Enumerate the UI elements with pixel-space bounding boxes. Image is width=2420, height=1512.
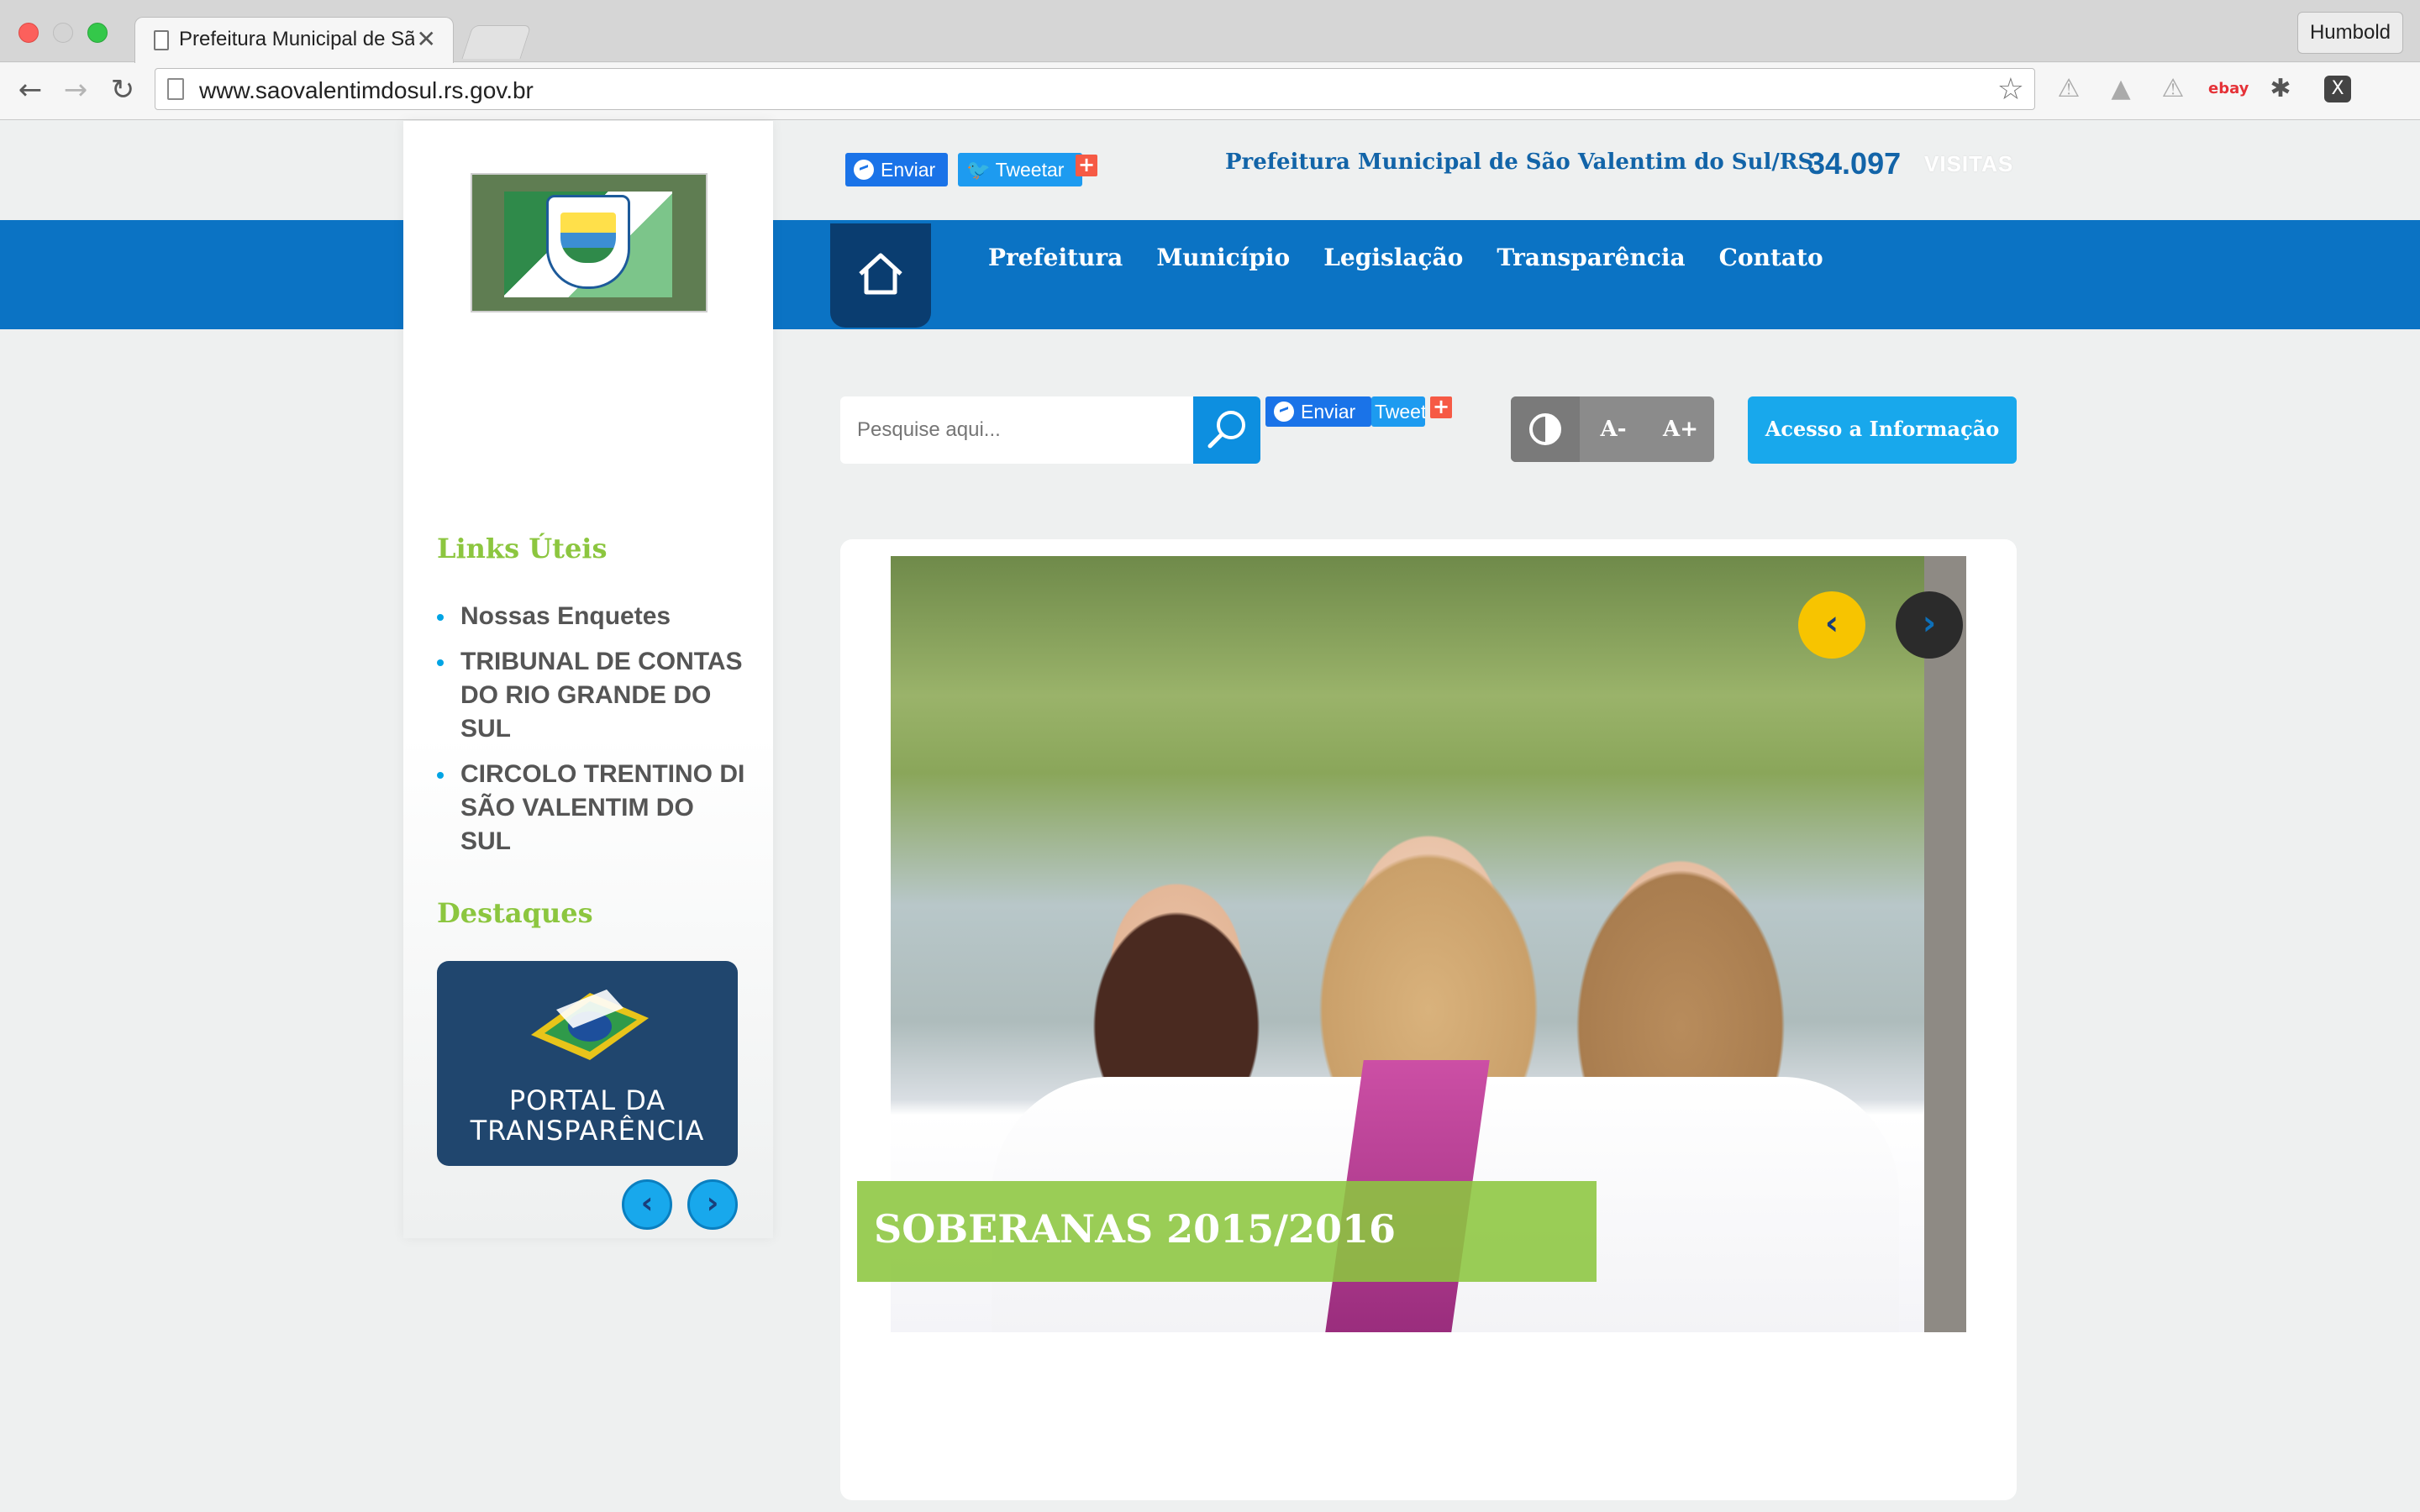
address-bar[interactable]: www.saovalentimdosul.rs.gov.br ☆ — [155, 68, 2035, 110]
page-icon — [154, 30, 169, 50]
menu-item-contato[interactable]: Contato — [1719, 244, 1823, 271]
accessibility-controls: A- A+ — [1511, 396, 1714, 462]
share-plus-button[interactable]: + — [1076, 155, 1097, 176]
font-increase-button[interactable]: A+ — [1647, 396, 1714, 462]
drive-icon[interactable]: ▲ — [2102, 71, 2139, 108]
portal-label: PORTAL DA TRANSPARÊNCIA — [470, 1084, 705, 1147]
messenger-send-button[interactable]: Enviar — [845, 153, 948, 186]
search-icon — [1207, 411, 1245, 449]
access-info-button[interactable]: Acesso a Informação — [1748, 396, 2017, 464]
twitter-icon: 🐦 — [966, 159, 991, 181]
slider-next-button[interactable]: › — [1896, 591, 1963, 659]
contrast-icon — [1529, 413, 1561, 445]
visits-count: 34.097 — [1808, 146, 1902, 181]
website: Links Úteis Nossas Enquetes TRIBUNAL DE … — [0, 121, 2420, 1512]
sidebar: Links Úteis Nossas Enquetes TRIBUNAL DE … — [403, 121, 773, 1238]
back-arrow-icon[interactable]: ← — [12, 71, 49, 108]
extension-icon[interactable]: ⚠ — [2050, 71, 2087, 108]
slide-caption-text: SOBERANAS 2015/2016 — [874, 1206, 1396, 1252]
nav-bar — [0, 220, 2420, 329]
brazil-flag-icon — [531, 990, 649, 1060]
messenger-icon — [1274, 402, 1294, 422]
contrast-button[interactable] — [1511, 396, 1580, 462]
tweet-button-secondary[interactable]: Tweet — [1371, 396, 1425, 427]
bug-icon[interactable]: ✱ — [2262, 71, 2299, 108]
browser-tab[interactable]: Prefeitura Municipal de São Valentim do … — [134, 17, 454, 64]
visits-label: VISITAS — [1924, 151, 2014, 176]
slider-prev-button[interactable]: ‹ — [1798, 591, 1865, 659]
forward-arrow-icon[interactable]: → — [57, 71, 94, 108]
portal-transparencia-banner[interactable]: PORTAL DA TRANSPARÊNCIA — [437, 961, 738, 1166]
link-item[interactable]: CIRCOLO TRENTINO DI SÃO VALENTIM DO SUL — [437, 758, 748, 858]
menu-item-prefeitura[interactable]: Prefeitura — [988, 244, 1123, 271]
links-list: Nossas Enquetes TRIBUNAL DE CONTAS DO RI… — [437, 600, 748, 870]
messenger-send-button-secondary[interactable]: Enviar — [1265, 396, 1371, 427]
slide-caption[interactable]: SOBERANAS 2015/2016 — [857, 1181, 1597, 1282]
main-menu: Prefeitura Município Legislação Transpar… — [988, 244, 1823, 271]
link-item[interactable]: Nossas Enquetes — [437, 600, 748, 633]
close-window-button[interactable] — [18, 23, 39, 43]
search-box — [840, 396, 1193, 464]
highlights-prev-button[interactable]: ‹ — [622, 1179, 672, 1230]
share-plus-button-secondary[interactable]: + — [1430, 396, 1452, 418]
logo[interactable] — [471, 173, 708, 312]
menu-item-transparencia[interactable]: Transparência — [1497, 244, 1685, 271]
messenger-icon — [854, 160, 874, 180]
coat-of-arms-icon — [546, 195, 630, 289]
search-input[interactable] — [857, 413, 1176, 447]
slider-card: ‹ › SOBERANAS 2015/2016 — [840, 539, 2017, 1500]
search-button[interactable] — [1193, 396, 1260, 464]
zoom-window-button[interactable] — [87, 23, 108, 43]
site-title: Prefeitura Municipal de São Valentim do … — [1225, 150, 1814, 175]
links-title: Links Úteis — [437, 533, 608, 564]
extension-icon[interactable]: ⚠ — [2154, 71, 2191, 108]
url-text[interactable]: www.saovalentimdosul.rs.gov.br — [199, 77, 534, 104]
tweet-button[interactable]: 🐦 Tweetar — [958, 153, 1082, 186]
menu-item-municipio[interactable]: Município — [1156, 244, 1290, 271]
ebay-icon[interactable]: ebay — [2208, 71, 2249, 108]
link-item[interactable]: TRIBUNAL DE CONTAS DO RIO GRANDE DO SUL — [437, 645, 748, 746]
font-decrease-button[interactable]: A- — [1580, 396, 1647, 462]
new-tab-button[interactable] — [461, 25, 532, 59]
bookmark-star-icon[interactable]: ☆ — [1997, 72, 2024, 107]
profile-button[interactable]: Humbold — [2297, 12, 2403, 54]
highlights-next-button[interactable]: › — [687, 1179, 738, 1230]
menu-item-legislacao[interactable]: Legislação — [1323, 244, 1463, 271]
tab-title: Prefeitura Municipal de São Valentim do … — [179, 28, 414, 50]
home-button[interactable] — [830, 223, 931, 328]
browser-tab-strip: Prefeitura Municipal de São Valentim do … — [0, 0, 2420, 64]
reload-icon[interactable]: ↻ — [104, 71, 141, 108]
home-icon — [859, 253, 902, 295]
x-extension-icon[interactable]: X — [2324, 76, 2351, 102]
minimize-window-button[interactable] — [53, 23, 73, 43]
tab-close-icon[interactable]: ✕ — [417, 25, 436, 53]
page-icon — [167, 78, 184, 100]
highlights-title: Destaques — [437, 897, 593, 929]
